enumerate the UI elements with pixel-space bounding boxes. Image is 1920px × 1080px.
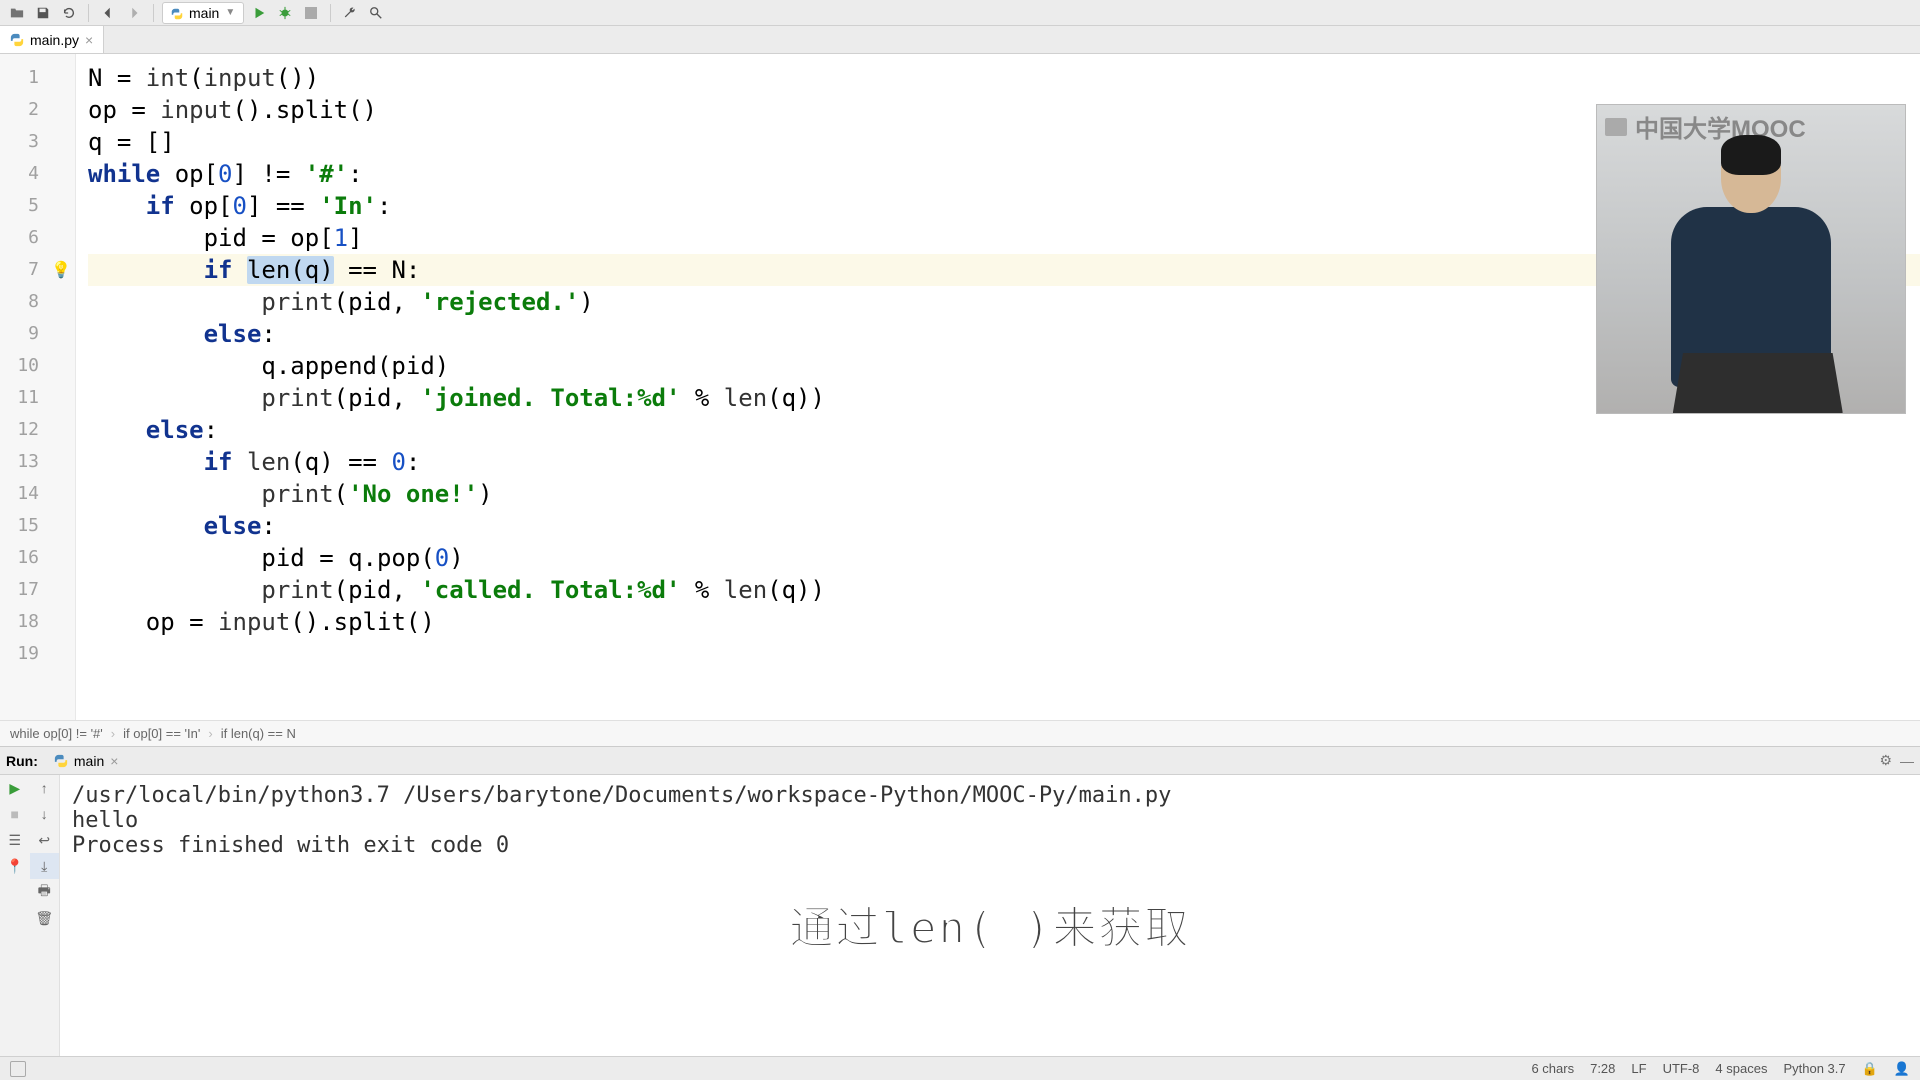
toolbar-separator [153, 4, 154, 22]
editor-tabs: main.py × [0, 26, 1920, 54]
run-label: Run: [6, 753, 38, 769]
pin-icon[interactable]: 📍 [0, 853, 30, 879]
toolbar-separator [330, 4, 331, 22]
line-number: 3 [0, 126, 75, 158]
line-number: 14 [0, 478, 75, 510]
lock-icon[interactable]: 🔒 [1862, 1061, 1878, 1077]
console-line: hello [72, 808, 1908, 833]
status-indent[interactable]: 4 spaces [1715, 1061, 1767, 1076]
run-config-name: main [74, 753, 104, 769]
rerun-button[interactable]: ▶ [0, 775, 30, 801]
breadcrumb: while op[0] != '#' › if op[0] == 'In' › … [0, 720, 1920, 746]
main-toolbar: main ▼ [0, 0, 1920, 26]
minimize-icon[interactable]: — [1900, 753, 1914, 769]
stop-button[interactable]: ■ [0, 801, 30, 827]
breadcrumb-item[interactable]: if op[0] == 'In' [123, 726, 200, 741]
gutter: 1 2 3 4 5 6 7💡 8 9 10 11 12 13 14 15 16 … [0, 54, 76, 720]
line-number: 5 [0, 190, 75, 222]
print-icon[interactable]: 🖶 [30, 879, 60, 905]
wrench-icon[interactable] [339, 2, 361, 24]
presenter-figure [1661, 123, 1841, 413]
line-number: 1 [0, 62, 75, 94]
line-number: 6 [0, 222, 75, 254]
python-icon [171, 7, 183, 19]
status-caret-pos[interactable]: 7:28 [1590, 1061, 1615, 1076]
status-chars: 6 chars [1531, 1061, 1574, 1076]
status-encoding[interactable]: UTF-8 [1663, 1061, 1700, 1076]
line-number: 8 [0, 286, 75, 318]
stop-button[interactable] [300, 2, 322, 24]
forward-icon[interactable] [123, 2, 145, 24]
chevron-down-icon: ▼ [225, 7, 235, 18]
scroll-to-end-icon[interactable]: ⤓ [30, 853, 60, 879]
run-panel: Run: main × ⚙ — ▶ ↑ ■ ↓ ☰ ↩ 📍 ⤓ [0, 746, 1920, 1056]
blank [0, 879, 30, 905]
run-side-toolbar: ▶ ↑ ■ ↓ ☰ ↩ 📍 ⤓ 🖶 🗑 [0, 775, 60, 1056]
gear-icon[interactable]: ⚙ [1879, 752, 1892, 769]
tab-label: main.py [30, 32, 79, 48]
line-number: 4 [0, 158, 75, 190]
refresh-icon[interactable] [58, 2, 80, 24]
video-overlay: 中国大学MOOC [1596, 104, 1906, 414]
chevron-right-icon: › [208, 726, 212, 741]
trash-icon[interactable]: 🗑 [30, 905, 60, 931]
debug-button[interactable] [274, 2, 296, 24]
run-config-tab[interactable]: main × [46, 751, 127, 771]
run-config-selector[interactable]: main ▼ [162, 2, 244, 24]
line-number: 16 [0, 542, 75, 574]
tab-main-py[interactable]: main.py × [0, 26, 104, 53]
toolbar-separator [88, 4, 89, 22]
close-icon[interactable]: × [85, 32, 93, 48]
chevron-right-icon: › [111, 726, 115, 741]
intention-bulb-icon[interactable]: 💡 [51, 254, 71, 286]
run-button[interactable] [248, 2, 270, 24]
console-output[interactable]: /usr/local/bin/python3.7 /Users/barytone… [60, 775, 1920, 1056]
breadcrumb-item[interactable]: while op[0] != '#' [10, 726, 103, 741]
inspector-icon[interactable]: 👤 [1894, 1061, 1910, 1077]
line-number: 11 [0, 382, 75, 414]
line-number: 19 [0, 638, 75, 670]
run-config-label: main [189, 5, 219, 21]
save-icon[interactable] [32, 2, 54, 24]
logo-icon [1605, 118, 1627, 136]
blank [0, 905, 30, 931]
line-number: 17 [0, 574, 75, 606]
selected-text: len(q) [247, 256, 334, 284]
soft-wrap-icon[interactable]: ↩ [30, 827, 60, 853]
line-number: 15 [0, 510, 75, 542]
subtitle-overlay: 通过len( )来获取 [790, 892, 1191, 956]
line-number: 9 [0, 318, 75, 350]
breadcrumb-item[interactable]: if len(q) == N [221, 726, 296, 741]
editor: 1 2 3 4 5 6 7💡 8 9 10 11 12 13 14 15 16 … [0, 54, 1920, 720]
line-number: 2 [0, 94, 75, 126]
down-icon[interactable]: ↓ [30, 801, 60, 827]
open-icon[interactable] [6, 2, 28, 24]
line-number: 7💡 [0, 254, 75, 286]
back-icon[interactable] [97, 2, 119, 24]
run-panel-header: Run: main × ⚙ — [0, 747, 1920, 775]
python-icon [54, 754, 68, 768]
line-number: 10 [0, 350, 75, 382]
tool-window-icon[interactable] [10, 1061, 26, 1077]
line-number: 18 [0, 606, 75, 638]
search-icon[interactable] [365, 2, 387, 24]
console-line: Process finished with exit code 0 [72, 833, 1908, 858]
layout-icon[interactable]: ☰ [0, 827, 30, 853]
python-icon [10, 33, 24, 47]
status-line-ending[interactable]: LF [1631, 1061, 1646, 1076]
status-bar: 6 chars 7:28 LF UTF-8 4 spaces Python 3.… [0, 1056, 1920, 1080]
line-number: 12 [0, 414, 75, 446]
line-number: 13 [0, 446, 75, 478]
close-icon[interactable]: × [110, 753, 118, 769]
status-interpreter[interactable]: Python 3.7 [1783, 1061, 1845, 1076]
up-icon[interactable]: ↑ [30, 775, 60, 801]
console-line: /usr/local/bin/python3.7 /Users/barytone… [72, 783, 1908, 808]
